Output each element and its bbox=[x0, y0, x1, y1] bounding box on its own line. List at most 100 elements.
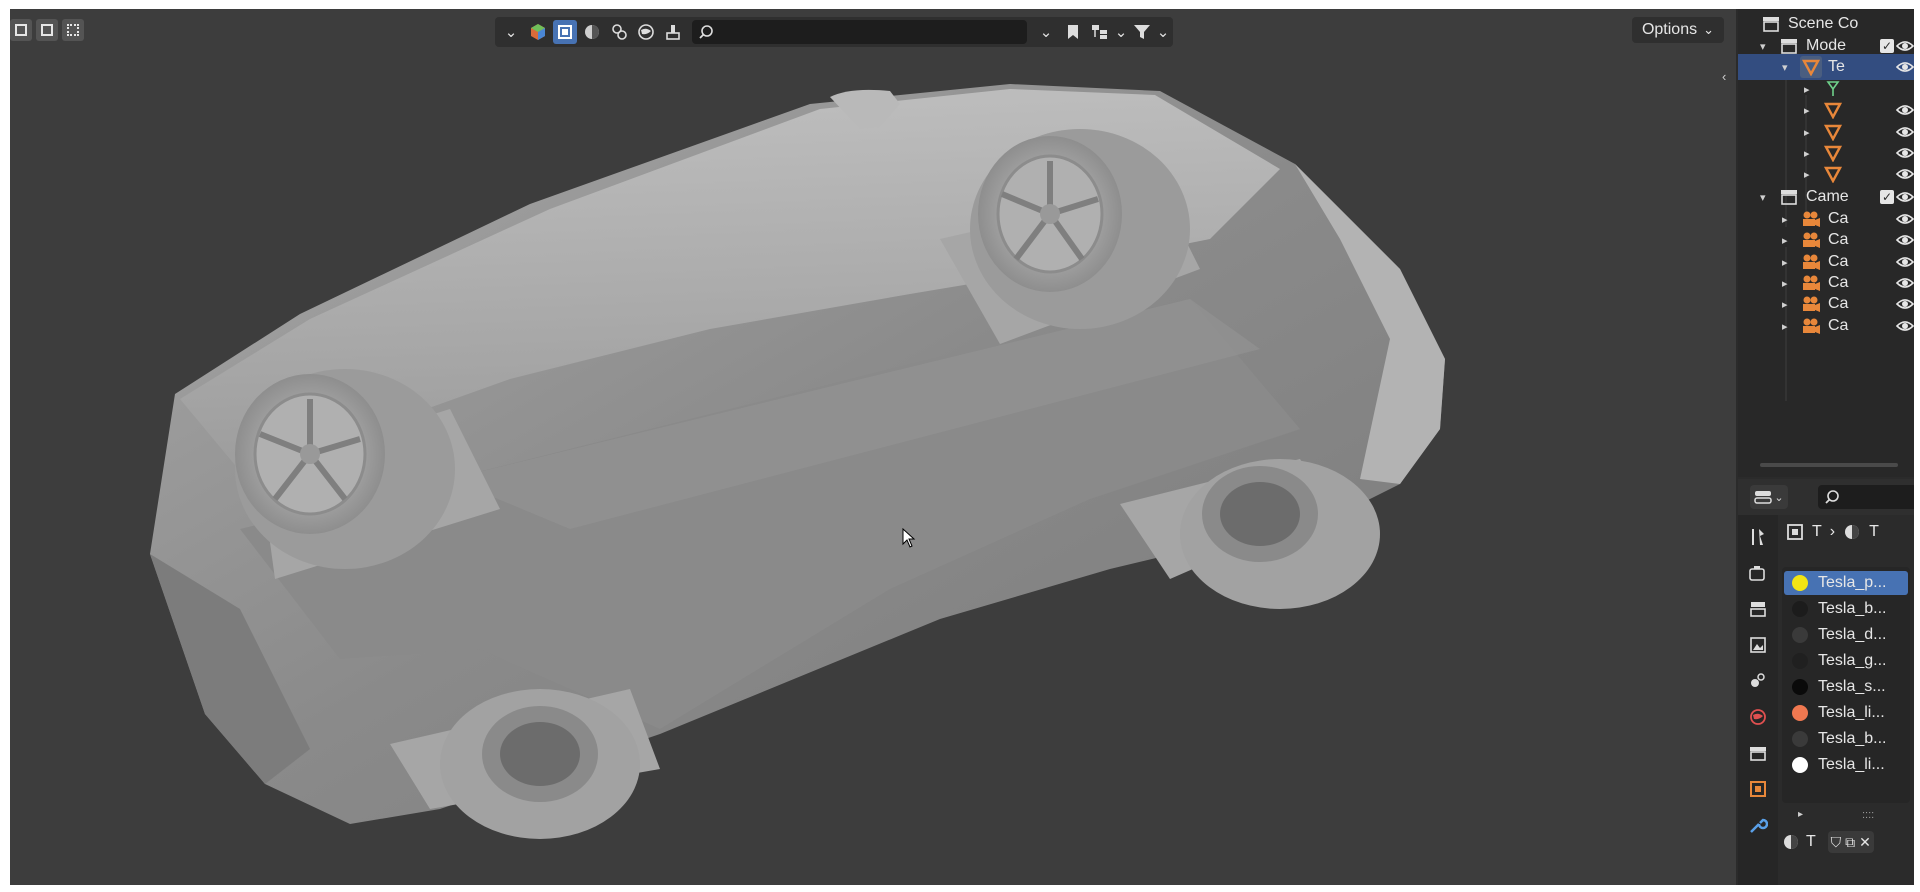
light-icon[interactable] bbox=[607, 20, 631, 44]
options-dropdown[interactable]: Options ⌄ bbox=[1631, 17, 1724, 43]
outliner-row-label[interactable]: Te bbox=[1828, 58, 1845, 76]
eye-icon[interactable] bbox=[1895, 37, 1914, 55]
breadcrumb: T › T bbox=[1786, 523, 1879, 541]
expand-right-icon[interactable]: ▸ bbox=[1782, 320, 1788, 333]
collection-icon bbox=[1760, 13, 1782, 35]
eye-icon[interactable] bbox=[1895, 317, 1914, 335]
outliner-row-label[interactable]: Ca bbox=[1828, 295, 1848, 313]
eye-icon[interactable] bbox=[1895, 253, 1914, 271]
material-icon[interactable] bbox=[580, 20, 604, 44]
blender-window: ⌄ ⌄ ⌄ ⌄ Options ⌄ ‹ Scene Co ▾ Mode ✓ ▾ … bbox=[10, 9, 1914, 885]
output-tab-icon[interactable] bbox=[1746, 597, 1770, 621]
expand-right-icon[interactable]: ▸ bbox=[1804, 126, 1810, 139]
material-slot[interactable]: Tesla_p... bbox=[1784, 571, 1908, 595]
expand-right-icon[interactable]: ▸ bbox=[1804, 147, 1810, 160]
mesh-icon[interactable] bbox=[553, 20, 577, 44]
3d-viewport[interactable]: ⌄ ⌄ ⌄ ⌄ Options ⌄ ‹ bbox=[10, 9, 1736, 885]
outliner-row[interactable]: ▸ Ca bbox=[1738, 313, 1914, 339]
brush-icon[interactable] bbox=[661, 20, 685, 44]
sidebar-toggle-icon[interactable]: ‹ bbox=[1722, 69, 1726, 84]
object-tab-icon[interactable] bbox=[1746, 777, 1770, 801]
duplicate-icon[interactable]: ⧉ bbox=[1845, 834, 1855, 851]
eye-icon[interactable] bbox=[1895, 231, 1914, 249]
select-box-icon[interactable] bbox=[10, 19, 32, 41]
expand-right-icon[interactable]: ▸ bbox=[1782, 234, 1788, 247]
expand-right-icon[interactable]: ▸ bbox=[1782, 213, 1788, 226]
eye-icon[interactable] bbox=[1895, 123, 1914, 141]
material-slot[interactable]: Tesla_g... bbox=[1784, 649, 1908, 673]
material-slot[interactable]: Tesla_li... bbox=[1784, 753, 1908, 777]
eye-icon[interactable] bbox=[1895, 165, 1914, 183]
render-tab-icon[interactable] bbox=[1746, 561, 1770, 585]
eye-icon[interactable] bbox=[1895, 101, 1914, 119]
outliner-row-label[interactable]: Ca bbox=[1828, 274, 1848, 292]
filter-icon[interactable] bbox=[1130, 20, 1154, 44]
outliner-row-label[interactable]: Ca bbox=[1828, 231, 1848, 249]
expand-down-icon[interactable]: ▾ bbox=[1760, 40, 1766, 53]
expand-down-icon[interactable]: ▾ bbox=[1760, 191, 1766, 204]
material-slot[interactable]: Tesla_s... bbox=[1784, 675, 1908, 699]
object-icon bbox=[1787, 524, 1803, 540]
eye-icon[interactable] bbox=[1895, 295, 1914, 313]
chevron-down-icon[interactable]: ⌄ bbox=[1115, 20, 1128, 44]
tool-tab-icon[interactable] bbox=[1746, 525, 1770, 549]
eye-icon[interactable] bbox=[1895, 210, 1914, 228]
filter-dropdown-icon[interactable]: ⌄ bbox=[1034, 20, 1058, 44]
fake-user-shield-icon[interactable]: ⛉ bbox=[1831, 834, 1842, 851]
outliner-row-label[interactable]: Ca bbox=[1828, 210, 1848, 228]
expand-right-icon[interactable]: ▸ bbox=[1804, 83, 1810, 96]
material-icon[interactable] bbox=[1782, 833, 1800, 851]
properties-panel[interactable]: ⌄ T › T Tesla_p... Tesla_b... Tesla_d...… bbox=[1738, 479, 1914, 885]
properties-search-input[interactable] bbox=[1818, 485, 1914, 509]
eye-icon[interactable] bbox=[1895, 188, 1914, 206]
search-icon bbox=[1825, 490, 1839, 504]
outliner-scrollbar[interactable] bbox=[1760, 463, 1898, 467]
mesh-object-icon bbox=[1800, 56, 1822, 78]
material-slot[interactable]: Tesla_li... bbox=[1784, 701, 1908, 725]
chevron-down-icon[interactable]: ⌄ bbox=[1157, 20, 1170, 44]
material-slot-list[interactable]: Tesla_p... Tesla_b... Tesla_d... Tesla_g...… bbox=[1782, 567, 1910, 803]
outliner-row-label[interactable]: Ca bbox=[1828, 253, 1848, 271]
outliner-row-label[interactable]: Ca bbox=[1828, 317, 1848, 335]
expand-right-icon[interactable]: ▸ bbox=[1782, 256, 1788, 269]
material-slot[interactable]: Tesla_b... bbox=[1784, 727, 1908, 751]
expand-right-icon[interactable]: ▸ bbox=[1782, 277, 1788, 290]
material-slot-name: Tesla_p... bbox=[1818, 574, 1887, 591]
select-extend-icon[interactable] bbox=[36, 19, 58, 41]
chevron-down-icon[interactable]: ⌄ bbox=[499, 20, 523, 44]
close-icon[interactable]: ✕ bbox=[1859, 834, 1871, 851]
view-layer-tab-icon[interactable] bbox=[1746, 633, 1770, 657]
material-slot[interactable]: Tesla_b... bbox=[1784, 597, 1908, 621]
car-model-render[interactable] bbox=[10, 9, 1736, 885]
scene-tab-icon[interactable] bbox=[1746, 669, 1770, 693]
modifier-tab-icon[interactable] bbox=[1746, 813, 1770, 837]
eye-icon[interactable] bbox=[1895, 58, 1914, 76]
exclude-checkbox[interactable]: ✓ bbox=[1880, 190, 1894, 204]
hierarchy-icon[interactable] bbox=[1088, 20, 1112, 44]
outliner-row-label[interactable]: Scene Co bbox=[1788, 15, 1858, 33]
outliner-row-label[interactable]: Mode bbox=[1806, 37, 1846, 55]
material-name-field[interactable]: T bbox=[1806, 833, 1816, 851]
eye-icon[interactable] bbox=[1895, 274, 1914, 292]
expand-right-icon[interactable]: ▸ bbox=[1804, 104, 1810, 117]
eye-icon[interactable] bbox=[1895, 144, 1914, 162]
editor-type-dropdown[interactable]: ⌄ bbox=[1750, 485, 1788, 509]
world-tab-icon[interactable] bbox=[1746, 705, 1770, 729]
expand-right-icon[interactable]: ▸ bbox=[1804, 168, 1810, 181]
material-slot[interactable]: Tesla_d... bbox=[1784, 623, 1908, 647]
expand-triangle-icon[interactable]: ▸ bbox=[1798, 809, 1803, 820]
outliner-panel[interactable]: Scene Co ▾ Mode ✓ ▾ Te ▸ ▸ ▸ ▸ ▸ ▾ Came ✓ ▸ Ca ▸ Ca ▸ Ca ▸ Ca… bbox=[1738, 9, 1914, 477]
material-preview-icon bbox=[1792, 731, 1808, 747]
expand-down-icon[interactable]: ▾ bbox=[1782, 61, 1788, 74]
collection-tab-icon[interactable] bbox=[1746, 741, 1770, 765]
expand-right-icon[interactable]: ▸ bbox=[1782, 298, 1788, 311]
bookmark-icon[interactable] bbox=[1061, 20, 1085, 44]
exclude-checkbox[interactable]: ✓ bbox=[1880, 39, 1894, 53]
viewport-search-input[interactable] bbox=[692, 20, 1027, 44]
world-icon[interactable] bbox=[634, 20, 658, 44]
select-subtract-icon[interactable] bbox=[62, 19, 84, 41]
material-slot-name: Tesla_g... bbox=[1818, 652, 1887, 669]
list-resize-handle[interactable]: :::: bbox=[1862, 809, 1874, 821]
object-type-icon[interactable] bbox=[526, 20, 550, 44]
outliner-row-label[interactable]: Came bbox=[1806, 188, 1849, 206]
